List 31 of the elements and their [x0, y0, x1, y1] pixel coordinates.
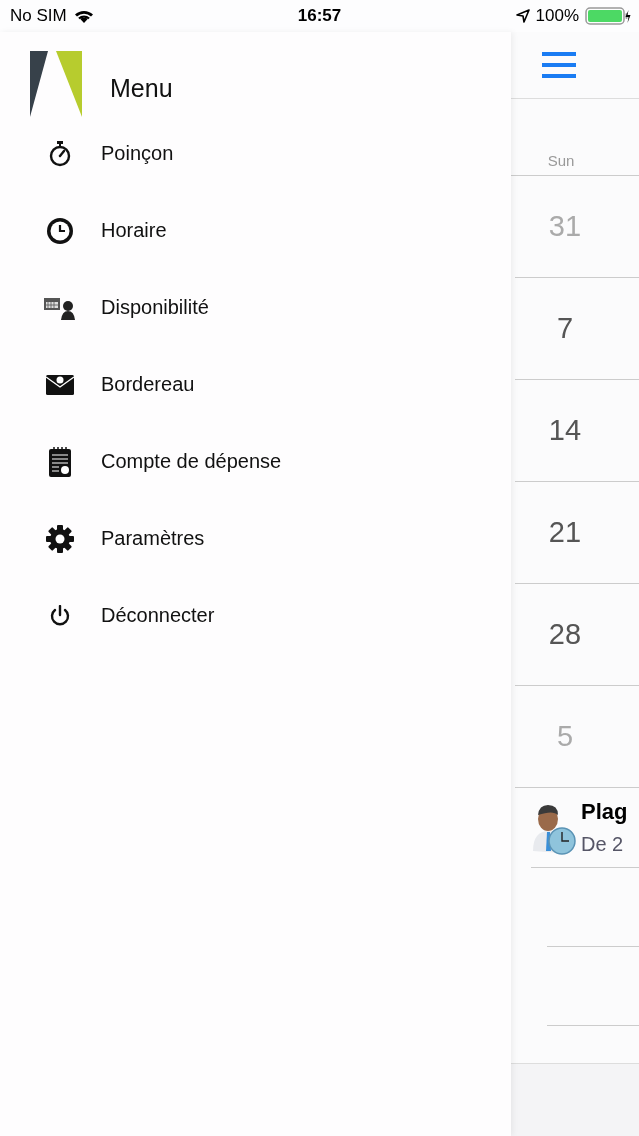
- menu-item[interactable]: Horaire: [0, 205, 511, 282]
- calendar-day[interactable]: 28: [519, 618, 611, 651]
- logo: [30, 51, 82, 117]
- calendar-person-icon: [44, 295, 76, 320]
- wifi-icon: [72, 8, 95, 24]
- weekday-label: Sun: [546, 152, 576, 171]
- battery-percent: 100%: [535, 6, 579, 26]
- menu-item[interactable]: Poinçon: [0, 128, 511, 205]
- stopwatch-icon: [49, 140, 71, 167]
- menu-item[interactable]: Disponibilité: [0, 282, 511, 359]
- location-icon: [515, 9, 530, 23]
- calendar-day[interactable]: 14: [519, 414, 611, 447]
- event-title: Plag: [581, 799, 628, 825]
- envelope-icon: [46, 373, 74, 396]
- menu-title: Menu: [110, 73, 173, 103]
- carrier: No SIM: [10, 6, 67, 26]
- battery-icon: [585, 7, 631, 25]
- menu-item[interactable]: Déconnecter: [0, 590, 511, 667]
- power-icon: [49, 604, 71, 627]
- event-time: De 2: [581, 833, 625, 856]
- menu-item[interactable]: Bordereau: [0, 359, 511, 436]
- event-item[interactable]: Plag De 2: [531, 788, 639, 868]
- settings-icon: [46, 524, 74, 553]
- clock-time: 16:57: [297, 6, 342, 26]
- menu-item[interactable]: Paramètres: [0, 513, 511, 590]
- receipt-icon: [49, 446, 71, 477]
- menu-item[interactable]: Compte de dépense: [0, 436, 511, 513]
- calendar-day[interactable]: 7: [519, 312, 611, 345]
- calendar-day[interactable]: 21: [519, 516, 611, 549]
- menu-icon[interactable]: [542, 52, 576, 78]
- clock-icon: [46, 216, 74, 245]
